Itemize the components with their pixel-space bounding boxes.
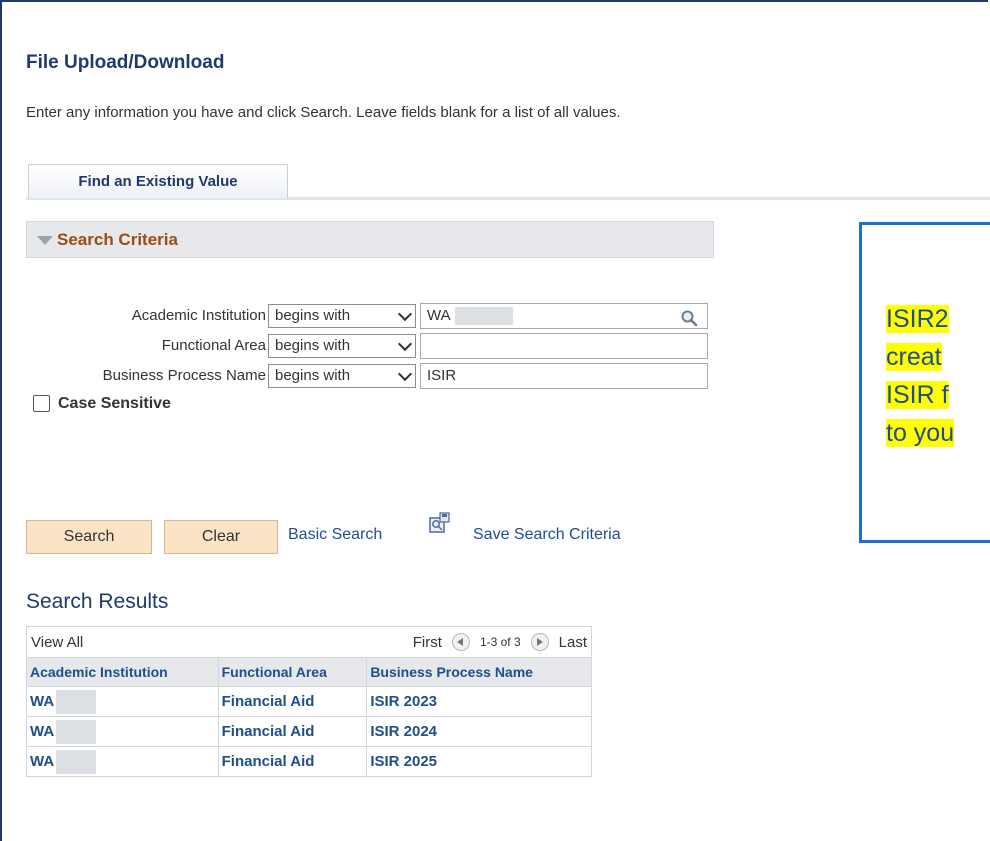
search-criteria-header[interactable]: Search Criteria bbox=[26, 221, 714, 258]
functional-area-label: Functional Area bbox=[161, 337, 266, 354]
case-sensitive-checkbox[interactable] bbox=[33, 395, 50, 412]
results-nav-row: View All First 1-3 of 3 Last bbox=[26, 626, 592, 658]
functional-area-operator-value: begins with bbox=[275, 337, 351, 354]
callout-line: to you bbox=[886, 419, 955, 447]
chevron-down-icon bbox=[397, 336, 413, 352]
page-range: 1-3 of 3 bbox=[479, 635, 521, 649]
save-search-criteria-link[interactable]: Save Search Criteria bbox=[473, 526, 621, 544]
table-cell[interactable]: Financial Aid bbox=[217, 716, 368, 747]
chevron-down-icon bbox=[397, 366, 413, 382]
save-search-icon[interactable] bbox=[428, 512, 450, 534]
previous-page-icon[interactable] bbox=[451, 633, 470, 651]
callout-line: ISIR f bbox=[886, 381, 949, 409]
instructions-text: Enter any information you have and click… bbox=[26, 104, 621, 121]
academic-institution-input[interactable]: WA bbox=[420, 303, 708, 329]
business-process-name-input[interactable]: ISIR bbox=[420, 363, 708, 389]
academic-institution-label: Academic Institution bbox=[131, 307, 266, 324]
column-header[interactable]: Academic Institution bbox=[26, 657, 219, 687]
business-process-name-label: Business Process Name bbox=[102, 367, 266, 384]
search-results-title: Search Results bbox=[26, 590, 169, 613]
institution-link[interactable]: WA bbox=[30, 752, 54, 769]
last-link[interactable]: Last bbox=[559, 634, 587, 651]
callout-box: ISIR2 creat ISIR f to you bbox=[859, 222, 990, 543]
tab-find-existing-value[interactable]: Find an Existing Value bbox=[28, 164, 288, 198]
search-button[interactable]: Search bbox=[26, 520, 152, 554]
institution-link[interactable]: WA bbox=[30, 722, 54, 739]
basic-search-link[interactable]: Basic Search bbox=[288, 526, 382, 544]
table-cell[interactable]: ISIR 2024 bbox=[366, 716, 592, 747]
callout-text: ISIR2 creat ISIR f to you bbox=[886, 300, 990, 452]
table-cell[interactable]: Financial Aid bbox=[217, 746, 368, 777]
chevron-down-icon bbox=[397, 306, 413, 322]
search-results-table: View All First 1-3 of 3 Last Academic In… bbox=[26, 626, 592, 777]
business-process-name-value: ISIR bbox=[427, 367, 457, 384]
view-all-link[interactable]: View All bbox=[31, 634, 83, 651]
next-page-icon[interactable] bbox=[530, 633, 549, 651]
functional-area-row: Functional Area bbox=[0, 334, 266, 358]
table-cell[interactable]: WA bbox=[26, 746, 219, 777]
institution-link[interactable]: WA bbox=[30, 692, 54, 709]
pager: First 1-3 of 3 Last bbox=[413, 633, 587, 651]
clear-button[interactable]: Clear bbox=[164, 520, 278, 554]
magnifier-lookup-icon[interactable] bbox=[680, 309, 698, 327]
table-row[interactable]: WA Financial Aid ISIR 2023 bbox=[26, 686, 592, 717]
business-process-name-operator-value: begins with bbox=[275, 367, 351, 384]
business-process-name-row: Business Process Name bbox=[0, 364, 266, 388]
academic-institution-operator-value: begins with bbox=[275, 307, 351, 324]
redaction-block bbox=[454, 307, 513, 326]
case-sensitive-label: Case Sensitive bbox=[58, 395, 171, 412]
table-cell[interactable]: ISIR 2023 bbox=[366, 686, 592, 717]
callout-line: creat bbox=[886, 343, 942, 371]
redaction-block bbox=[56, 719, 97, 744]
functional-area-input[interactable] bbox=[420, 333, 708, 359]
table-row[interactable]: WA Financial Aid ISIR 2025 bbox=[26, 746, 592, 777]
academic-institution-operator-select[interactable]: begins with bbox=[268, 304, 416, 328]
redaction-block bbox=[56, 749, 97, 774]
redaction-block bbox=[56, 689, 97, 714]
collapse-triangle-icon bbox=[37, 236, 53, 246]
first-link[interactable]: First bbox=[413, 634, 442, 651]
academic-institution-value: WA bbox=[427, 307, 451, 324]
page-title: File Upload/Download bbox=[26, 52, 225, 73]
search-criteria-title: Search Criteria bbox=[57, 230, 178, 249]
table-cell[interactable]: WA bbox=[26, 686, 219, 717]
column-header[interactable]: Functional Area bbox=[217, 657, 368, 687]
table-cell[interactable]: WA bbox=[26, 716, 219, 747]
results-header-row: Academic Institution Functional Area Bus… bbox=[26, 657, 592, 687]
table-row[interactable]: WA Financial Aid ISIR 2024 bbox=[26, 716, 592, 747]
table-cell[interactable]: Financial Aid bbox=[217, 686, 368, 717]
business-process-name-operator-select[interactable]: begins with bbox=[268, 364, 416, 388]
callout-line: ISIR2 bbox=[886, 305, 949, 333]
academic-institution-row: Academic Institution bbox=[0, 304, 266, 328]
column-header[interactable]: Business Process Name bbox=[366, 657, 592, 687]
table-cell[interactable]: ISIR 2025 bbox=[366, 746, 592, 777]
functional-area-operator-select[interactable]: begins with bbox=[268, 334, 416, 358]
